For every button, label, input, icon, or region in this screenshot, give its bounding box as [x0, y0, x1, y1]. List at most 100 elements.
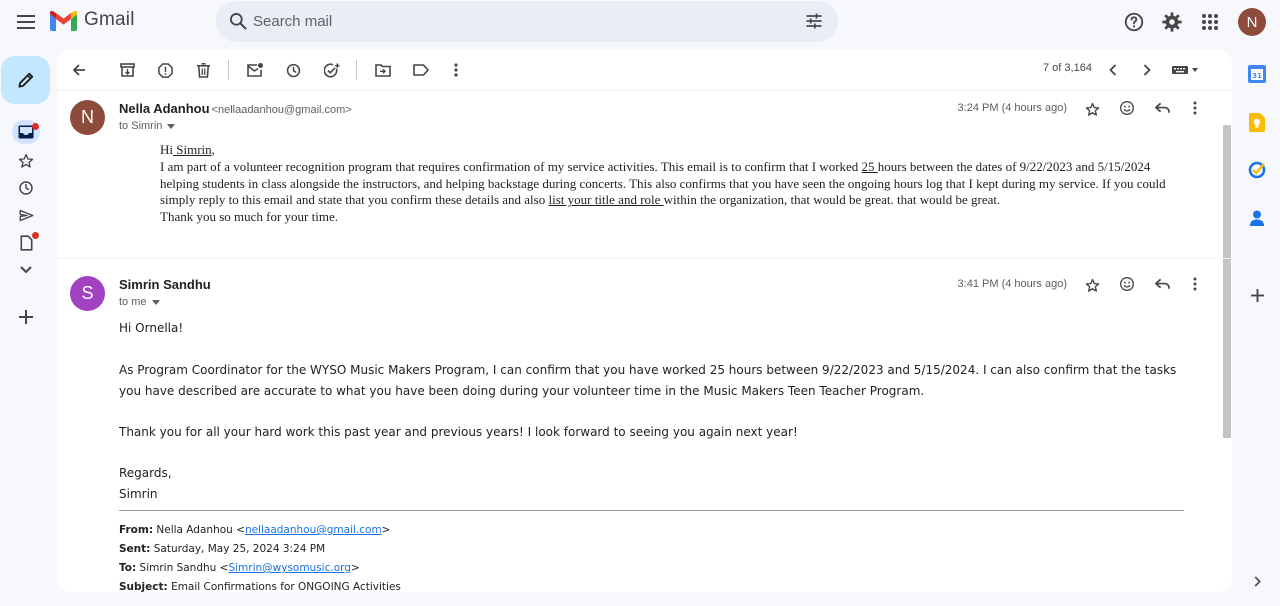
- message-time: 3:41 PM (4 hours ago): [957, 278, 1067, 290]
- top-bar: Gmail N: [0, 0, 1280, 44]
- sidebar-item-drafts[interactable]: [14, 231, 39, 255]
- back-button[interactable]: [65, 58, 93, 82]
- expand-side-panel-button[interactable]: [1247, 571, 1267, 591]
- message-toolbar: 7 of 3,164: [57, 50, 1232, 90]
- recipients-toggle[interactable]: to Simrin: [119, 120, 176, 132]
- vertical-scrollbar[interactable]: [1223, 125, 1231, 438]
- recipients-toggle[interactable]: to me: [119, 296, 160, 308]
- sender-name[interactable]: Simrin Sandhu: [119, 277, 211, 292]
- inbox-unread-dot: [32, 123, 39, 130]
- input-tools-button[interactable]: [1169, 58, 1203, 82]
- archive-button[interactable]: [113, 58, 141, 82]
- plus-icon: [19, 310, 33, 324]
- add-reaction-button[interactable]: [1116, 97, 1138, 119]
- snooze-button[interactable]: [279, 58, 307, 82]
- sender-email: <nellaadanhou@gmail.com>: [211, 104, 352, 116]
- search-icon[interactable]: [228, 11, 248, 31]
- sidebar-item-starred[interactable]: [14, 149, 38, 173]
- apps-grid-icon[interactable]: [1198, 10, 1222, 34]
- message-time: 3:24 PM (4 hours ago): [957, 102, 1067, 114]
- report-spam-button[interactable]: [151, 58, 179, 82]
- sidebar-item-snoozed[interactable]: [14, 176, 38, 200]
- quoted-divider: [119, 510, 1184, 511]
- label-icon: [413, 64, 429, 76]
- more-vert-icon: [1193, 101, 1197, 115]
- account-avatar[interactable]: N: [1238, 8, 1266, 36]
- tasks-app-icon[interactable]: [1247, 160, 1267, 180]
- draft-file-icon: [20, 235, 32, 251]
- keyboard-icon: [1172, 66, 1198, 74]
- body-paragraph: I am part of a volunteer recognition pro…: [160, 158, 1166, 208]
- emoji-icon: [1120, 277, 1134, 291]
- star-button[interactable]: [1081, 274, 1103, 296]
- newer-button[interactable]: [1099, 58, 1127, 82]
- chevron-right-icon: [1254, 575, 1261, 587]
- sidebar-item-inbox[interactable]: [12, 120, 40, 144]
- settings-gear-icon[interactable]: [1160, 10, 1184, 34]
- more-actions-button[interactable]: [442, 58, 470, 82]
- add-reaction-button[interactable]: [1116, 273, 1138, 295]
- keep-app-icon[interactable]: [1247, 112, 1267, 132]
- main-menu-icon[interactable]: [10, 6, 42, 38]
- sidebar-item-sent[interactable]: [14, 203, 38, 227]
- reply-paragraph: Thank you for all your hard work this pa…: [119, 425, 798, 439]
- sender-avatar[interactable]: N: [70, 100, 105, 135]
- search-input[interactable]: [253, 1, 793, 42]
- chevron-right-icon: [1143, 64, 1151, 76]
- search-bar: [216, 1, 838, 42]
- clock-icon: [286, 63, 300, 77]
- older-button[interactable]: [1133, 58, 1161, 82]
- labels-button[interactable]: [407, 58, 435, 82]
- emoji-icon: [1120, 101, 1134, 115]
- search-options-icon[interactable]: [804, 11, 824, 31]
- reply-button[interactable]: [1151, 97, 1173, 119]
- pencil-icon: [17, 72, 33, 88]
- greeting-line: Hi Simrin,: [160, 142, 215, 157]
- more-vert-icon: [1193, 277, 1197, 291]
- toolbar-divider: [228, 60, 229, 80]
- compose-button[interactable]: [1, 56, 50, 104]
- drafts-unread-dot: [32, 232, 39, 239]
- chevron-left-icon: [1109, 64, 1117, 76]
- caret-down-icon: [151, 299, 160, 305]
- quoted-to-email-link[interactable]: Simrin@wysomusic.org: [228, 562, 351, 574]
- create-label-button[interactable]: [14, 305, 38, 329]
- quoted-sent: Sent: Saturday, May 25, 2024 3:24 PM: [119, 543, 326, 555]
- add-to-tasks-button[interactable]: [318, 58, 346, 82]
- send-icon: [19, 209, 33, 221]
- sender-avatar[interactable]: S: [70, 276, 105, 311]
- sender-name[interactable]: Nella Adanhou <nellaadanhou@gmail.com>: [119, 101, 352, 116]
- quoted-from-email-link[interactable]: nellaadanhou@gmail.com: [245, 524, 382, 536]
- support-icon[interactable]: [1122, 10, 1146, 34]
- trash-icon: [196, 62, 210, 78]
- sidebar-more-toggle[interactable]: [14, 258, 38, 282]
- reply-greeting: Hi Ornella!: [119, 321, 184, 335]
- chevron-down-icon: [20, 266, 32, 274]
- more-vert-icon: [454, 63, 458, 77]
- keep-bulb-icon: [1249, 112, 1265, 132]
- message-more-button[interactable]: [1184, 273, 1206, 295]
- gmail-logo[interactable]: Gmail: [50, 9, 135, 31]
- caret-down-icon: [167, 123, 176, 129]
- add-task-icon: [324, 62, 340, 77]
- star-button[interactable]: [1081, 98, 1103, 120]
- get-addons-button[interactable]: [1247, 285, 1267, 305]
- plus-icon: [1250, 288, 1264, 302]
- star-outline-icon: [1085, 102, 1099, 116]
- calendar-app-icon[interactable]: 31: [1247, 64, 1267, 84]
- star-outline-icon: [1085, 278, 1099, 292]
- folder-move-icon: [375, 63, 391, 77]
- quoted-subject: Subject: Email Confirmations for ONGOING…: [119, 581, 401, 592]
- mark-unread-button[interactable]: [241, 58, 269, 82]
- toolbar-divider: [356, 60, 357, 80]
- reply-icon: [1154, 278, 1170, 289]
- gmail-m-icon: [50, 10, 77, 31]
- contacts-app-icon[interactable]: [1247, 208, 1267, 228]
- move-to-button[interactable]: [369, 58, 397, 82]
- delete-button[interactable]: [189, 58, 217, 82]
- svg-text:31: 31: [1252, 72, 1262, 80]
- message-view: 7 of 3,164 N Nella Adanhou <nellaadanhou@…: [57, 50, 1232, 592]
- reply-button[interactable]: [1151, 273, 1173, 295]
- message-more-button[interactable]: [1184, 97, 1206, 119]
- tasks-check-icon: [1248, 161, 1266, 179]
